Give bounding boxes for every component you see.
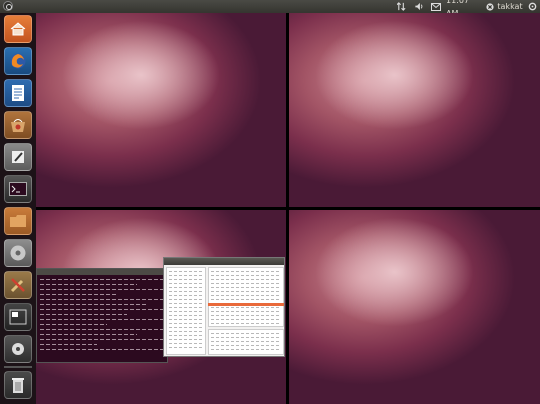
mail-icon[interactable] xyxy=(430,0,442,13)
user-name[interactable]: takkat xyxy=(497,0,523,13)
window-titlebar xyxy=(164,258,284,265)
terminal-window-thumbnail[interactable] xyxy=(36,268,168,363)
software-center-icon[interactable] xyxy=(4,111,32,139)
workspace-4[interactable] xyxy=(289,210,540,404)
workspace-divider xyxy=(36,207,540,210)
network-icon[interactable] xyxy=(395,0,407,13)
files-icon[interactable] xyxy=(4,207,32,235)
trash-icon[interactable] xyxy=(4,371,32,399)
top-panel: 11:07 AM takkat xyxy=(0,0,540,18)
window-titlebar xyxy=(37,269,167,275)
workspace-switcher-icon[interactable] xyxy=(4,303,32,331)
config-editor-window-thumbnail[interactable] xyxy=(163,257,285,357)
description-pane xyxy=(208,329,284,355)
dash-button-icon[interactable] xyxy=(3,1,13,11)
user-icon[interactable] xyxy=(485,0,495,13)
clock[interactable]: 11:07 AM xyxy=(446,0,482,18)
launcher-separator xyxy=(4,366,32,368)
workspace-1[interactable] xyxy=(36,13,286,207)
launcher xyxy=(0,13,36,404)
workspace-2[interactable] xyxy=(289,13,540,207)
writer-document-icon[interactable] xyxy=(4,79,32,107)
selected-row xyxy=(208,303,284,306)
settings-table xyxy=(208,267,284,327)
settings-tree xyxy=(166,267,206,355)
terminal-icon[interactable] xyxy=(4,175,32,203)
text-editor-icon[interactable] xyxy=(4,143,32,171)
firefox-icon[interactable] xyxy=(4,47,32,75)
system-settings-icon[interactable] xyxy=(4,271,32,299)
session-gear-icon[interactable] xyxy=(526,0,538,13)
media-icon[interactable] xyxy=(4,335,32,363)
volume-icon[interactable] xyxy=(413,0,425,13)
disk-icon[interactable] xyxy=(4,239,32,267)
home-folder-icon[interactable] xyxy=(4,15,32,43)
